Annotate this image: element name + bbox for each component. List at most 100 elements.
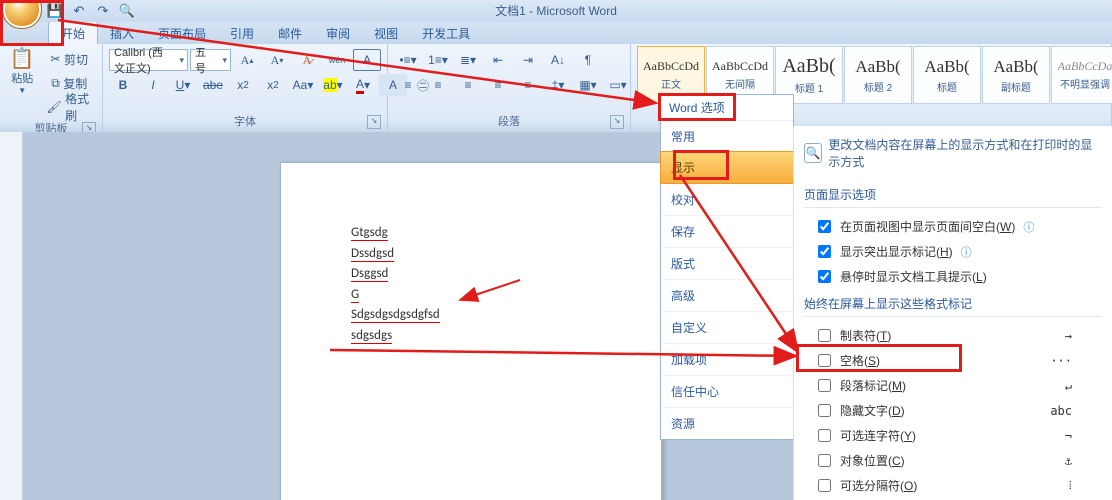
tab-开始[interactable]: 开始: [48, 21, 98, 44]
group-label: 字体↘: [109, 111, 381, 132]
dialog-launcher-icon[interactable]: ↘: [610, 115, 624, 129]
checkbox[interactable]: [818, 270, 831, 283]
cut-button[interactable]: ✂ 剪切: [42, 48, 96, 70]
format-symbol: ···: [1050, 354, 1072, 368]
option-checkbox-row[interactable]: 制表符(T)→: [804, 323, 1102, 348]
option-checkbox-row[interactable]: 段落标记(M)↵: [804, 373, 1102, 398]
change-case-button[interactable]: Aa▾: [289, 74, 317, 96]
format-symbol: →: [1065, 329, 1072, 343]
tab-开发工具[interactable]: 开发工具: [410, 22, 482, 44]
option-checkbox-row[interactable]: 在页面视图中显示页面间空白(W)ⓘ: [804, 214, 1102, 239]
options-category[interactable]: 高级: [661, 279, 793, 311]
options-category[interactable]: 显示: [660, 151, 794, 184]
checkbox[interactable]: [818, 454, 831, 467]
text-line[interactable]: Dsggsd: [351, 264, 641, 285]
distribute-button[interactable]: ≡: [514, 74, 542, 96]
shading-button[interactable]: ▦▾: [574, 74, 602, 96]
format-symbol: ¬: [1065, 429, 1072, 443]
tab-引用[interactable]: 引用: [218, 22, 266, 44]
options-category[interactable]: 加载项: [661, 343, 793, 375]
option-checkbox-row[interactable]: 显示突出显示标记(H)ⓘ: [804, 239, 1102, 264]
bullets-button[interactable]: •≡▾: [394, 49, 422, 71]
section-header: 始终在屏幕上显示这些格式标记: [804, 289, 1102, 317]
dialog-launcher-icon[interactable]: ↘: [367, 115, 381, 129]
line-spacing-button[interactable]: ‡▾: [544, 74, 572, 96]
tab-视图[interactable]: 视图: [362, 22, 410, 44]
clear-format-button[interactable]: A̷: [293, 49, 321, 71]
style-item[interactable]: AaBb(副标题: [982, 46, 1050, 104]
text-line[interactable]: Dssdgsd: [351, 244, 641, 265]
sort-button[interactable]: A↓: [544, 49, 572, 71]
subscript-button[interactable]: x2: [229, 74, 257, 96]
indent-left-button[interactable]: ⇤: [484, 49, 512, 71]
format-painter-button[interactable]: 🖌 格式刷: [42, 96, 96, 118]
option-checkbox-row[interactable]: 隐藏文字(D)abc: [804, 398, 1102, 423]
checkbox[interactable]: [818, 479, 831, 492]
option-checkbox-row[interactable]: 对象位置(C)⚓: [804, 448, 1102, 473]
indent-right-button[interactable]: ⇥: [514, 49, 542, 71]
format-symbol: ↵: [1065, 379, 1072, 393]
option-checkbox-row[interactable]: 可选连字符(Y)¬: [804, 423, 1102, 448]
options-category[interactable]: 常用: [661, 120, 793, 152]
tab-插入[interactable]: 插入: [98, 22, 146, 44]
group-clipboard: 📋 粘贴 ▼ ✂ 剪切 ⧉ 复制 🖌 格式刷 剪贴板↘: [0, 44, 103, 132]
align-center-button[interactable]: ≡: [424, 74, 452, 96]
word-options-menu: Word 选项 常用显示校对保存版式高级自定义加载项信任中心资源: [660, 94, 794, 440]
checkbox[interactable]: [818, 429, 831, 442]
checkbox[interactable]: [818, 354, 831, 367]
group-paragraph: •≡▾ 1≡▾ ≣▾ ⇤ ⇥ A↓ ¶ ≡ ≡ ≡ ≡ ≡ ‡▾ ▦▾ ▭▾: [388, 44, 631, 132]
options-category[interactable]: 保存: [661, 215, 793, 247]
tab-邮件[interactable]: 邮件: [266, 22, 314, 44]
superscript-button[interactable]: x2: [259, 74, 287, 96]
options-category[interactable]: 资源: [661, 407, 793, 439]
char-border-button[interactable]: A: [353, 49, 381, 71]
multilevel-button[interactable]: ≣▾: [454, 49, 482, 71]
align-left-button[interactable]: ≡: [394, 74, 422, 96]
option-checkbox-row[interactable]: 悬停时显示文档工具提示(L): [804, 264, 1102, 289]
option-checkbox-row[interactable]: 可选分隔符(O)⁞: [804, 473, 1102, 498]
group-label: 段落↘: [394, 111, 624, 132]
brush-icon: 🖌: [46, 100, 61, 114]
info-icon: ⓘ: [961, 244, 972, 260]
chevron-down-icon: ▼: [18, 86, 26, 95]
font-size-select[interactable]: 五号: [190, 49, 231, 71]
grow-font-button[interactable]: A▴: [233, 49, 261, 71]
page[interactable]: GtgsdgDssdgsdDsggsdGSdgsdgsdgsdgfsdsdgsd…: [280, 162, 662, 500]
checkbox[interactable]: [818, 220, 831, 233]
style-item[interactable]: AaBbCcDa不明显强调: [1051, 46, 1112, 104]
checkbox[interactable]: [818, 404, 831, 417]
align-right-button[interactable]: ≡: [454, 74, 482, 96]
options-category[interactable]: 版式: [661, 247, 793, 279]
style-item[interactable]: AaBb(标题 2: [844, 46, 912, 104]
option-checkbox-row[interactable]: 空格(S)···: [804, 348, 1102, 373]
font-color-button[interactable]: A▾: [349, 74, 377, 96]
underline-button[interactable]: U▾: [169, 74, 197, 96]
paste-button[interactable]: 📋 粘贴 ▼: [6, 46, 38, 95]
tab-审阅[interactable]: 审阅: [314, 22, 362, 44]
numbering-button[interactable]: 1≡▾: [424, 49, 452, 71]
highlight-button[interactable]: ab▾: [319, 74, 347, 96]
tab-页面布局[interactable]: 页面布局: [146, 22, 218, 44]
justify-button[interactable]: ≡: [484, 74, 512, 96]
borders-button[interactable]: ▭▾: [604, 74, 632, 96]
phonetic-button[interactable]: wén: [323, 49, 351, 71]
italic-button[interactable]: I: [139, 74, 167, 96]
font-name-select[interactable]: Calibri (西文正文): [109, 49, 188, 71]
text-line[interactable]: G: [351, 285, 641, 306]
text-line[interactable]: Gtgsdg: [351, 223, 641, 244]
options-category[interactable]: 自定义: [661, 311, 793, 343]
strike-button[interactable]: abe: [199, 74, 227, 96]
text-line[interactable]: sdgsdgs: [351, 326, 641, 347]
options-category[interactable]: 校对: [661, 183, 793, 215]
checkbox[interactable]: [818, 245, 831, 258]
shrink-font-button[interactable]: A▾: [263, 49, 291, 71]
word-options-header: Word 选项: [661, 95, 793, 120]
bold-button[interactable]: B: [109, 74, 137, 96]
show-marks-button[interactable]: ¶: [574, 49, 602, 71]
options-category[interactable]: 信任中心: [661, 375, 793, 407]
style-item[interactable]: AaBb(标题: [913, 46, 981, 104]
checkbox[interactable]: [818, 329, 831, 342]
group-font: Calibri (西文正文) 五号 A▴ A▾ A̷ wén A B I U▾ …: [103, 44, 388, 132]
text-line[interactable]: Sdgsdgsdgsdgfsd: [351, 305, 641, 326]
checkbox[interactable]: [818, 379, 831, 392]
